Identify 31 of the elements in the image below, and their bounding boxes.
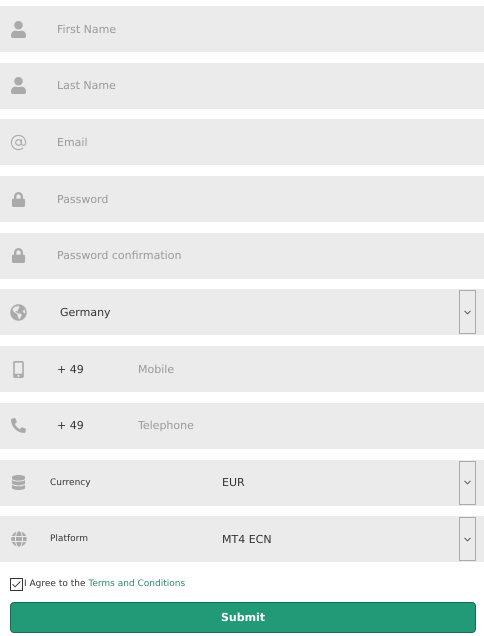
dropdown-button[interactable] (459, 290, 476, 334)
checkbox[interactable] (10, 578, 23, 591)
text-field[interactable]: Password (57, 192, 357, 206)
person-icon (10, 20, 27, 38)
padlock-icon (11, 248, 26, 264)
person-icon (10, 77, 27, 94)
selected-value: MT4 ECN (222, 532, 272, 546)
text-field[interactable]: Email (57, 136, 357, 149)
mobile-phone-icon (10, 360, 27, 378)
database-icon (11, 475, 26, 490)
agree-text: I Agree to the Terms and Conditions (24, 579, 186, 590)
at-sign-icon (10, 134, 27, 151)
terms-link[interactable]: Terms and Conditions (88, 579, 186, 590)
text-field[interactable]: First Name (57, 22, 357, 36)
country-code: + 49 (57, 419, 85, 432)
text-field[interactable]: Last Name (57, 79, 357, 92)
selected-value: EUR (222, 476, 245, 489)
globe-icon (10, 304, 27, 321)
globe-icon (10, 531, 26, 548)
field-label: Currency (50, 478, 92, 488)
selected-country: Germany (60, 306, 111, 319)
field-label: Platform (50, 534, 89, 544)
dropdown-button[interactable] (459, 517, 476, 562)
phone-field[interactable]: Mobile (138, 362, 388, 376)
dropdown-button[interactable] (459, 460, 476, 504)
padlock-icon (11, 192, 26, 207)
country-code: + 49 (57, 362, 85, 376)
phone-field[interactable]: Telephone (138, 419, 388, 432)
submit-button[interactable]: Submit (10, 602, 476, 633)
phone-icon (11, 418, 26, 434)
text-field[interactable]: Password confirmation (57, 249, 357, 262)
